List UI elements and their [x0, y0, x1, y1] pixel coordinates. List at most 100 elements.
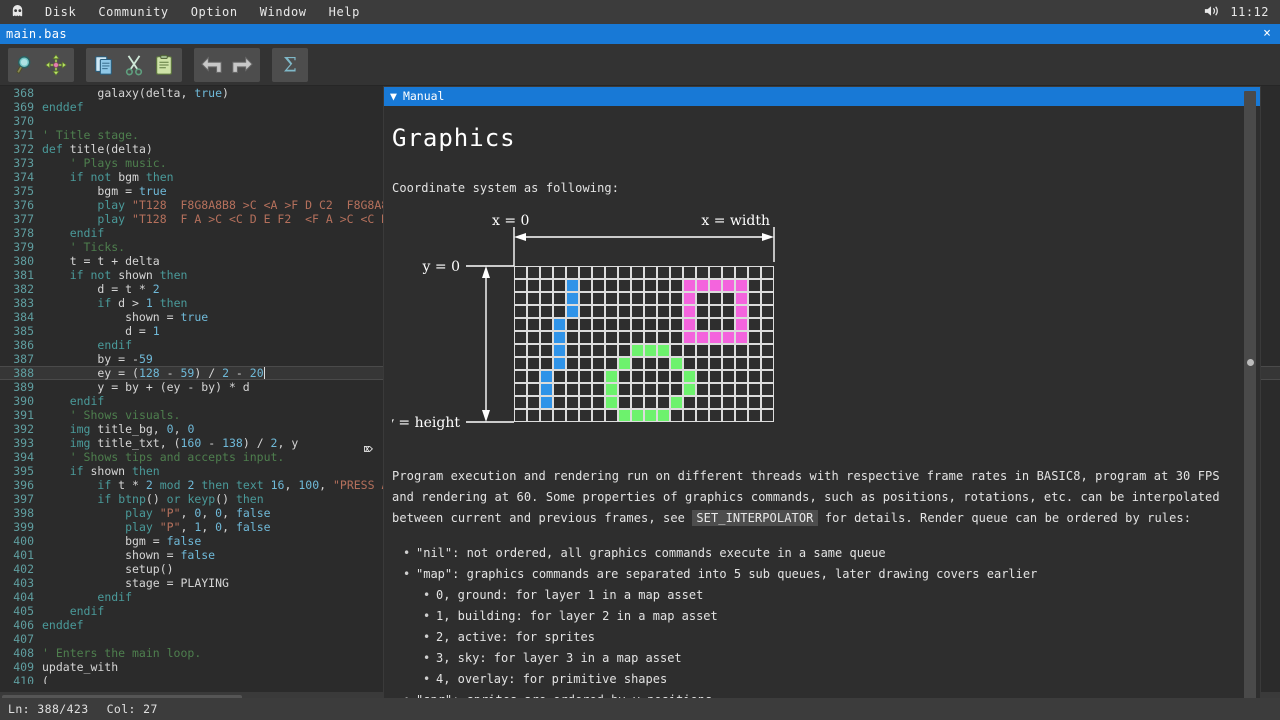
undo-icon[interactable] [197, 50, 227, 80]
line-number: 395 [0, 464, 42, 478]
render-queue-rules-list: •"nil": not ordered, all graphics comman… [400, 543, 1238, 720]
move-icon[interactable] [41, 50, 71, 80]
grid-cell [645, 267, 656, 278]
grid-cell [762, 293, 773, 304]
grid-cell [619, 384, 630, 395]
list-item-label: "nil": not ordered, all graphics command… [416, 546, 886, 560]
search-icon[interactable] [11, 50, 41, 80]
tab-main-bas[interactable]: main.bas [0, 24, 110, 44]
grid-cell [762, 280, 773, 291]
grid-cell [697, 293, 708, 304]
grid-cell [619, 306, 630, 317]
triangle-down-icon[interactable]: ▼ [390, 87, 397, 106]
grid-cell [541, 345, 552, 356]
manual-title-bar[interactable]: ▼ Manual [384, 87, 1260, 106]
manual-scrollbar[interactable] [1244, 91, 1256, 718]
list-item: •4, overlay: for primitive shapes [420, 669, 1238, 690]
grid-cell [684, 293, 695, 304]
grid-cell [671, 293, 682, 304]
code-text: update_with [42, 660, 118, 674]
grid-cell [762, 306, 773, 317]
grid-cell [762, 371, 773, 382]
status-line-number: Ln: 388/423 [8, 698, 89, 720]
code-text: stage = PLAYING [42, 576, 229, 590]
grid-cell [632, 384, 643, 395]
grid-cell [749, 371, 760, 382]
grid-cell [671, 410, 682, 421]
grid-cell [658, 267, 669, 278]
grid-cell [723, 345, 734, 356]
grid-cell [723, 306, 734, 317]
grid-cell [658, 306, 669, 317]
grid-cell [567, 345, 578, 356]
line-number: 376 [0, 198, 42, 212]
paste-icon[interactable] [149, 50, 179, 80]
grid-cell [619, 293, 630, 304]
line-number: 387 [0, 352, 42, 366]
grid-cell [554, 267, 565, 278]
grid-cell [658, 358, 669, 369]
grid-cell [528, 371, 539, 382]
menu-item-community[interactable]: Community [87, 0, 179, 24]
grid-cell [606, 319, 617, 330]
grid-cell [723, 332, 734, 343]
code-text: endif [42, 590, 132, 604]
grid-cell [684, 397, 695, 408]
grid-cell [619, 267, 630, 278]
code-text: img title_txt, (160 - 138) / 2, y [42, 436, 298, 450]
line-number: 379 [0, 240, 42, 254]
line-number: 399 [0, 520, 42, 534]
grid-cell [671, 371, 682, 382]
grid-cell [645, 397, 656, 408]
grid-cell [697, 267, 708, 278]
grid-cell [593, 358, 604, 369]
grid-cell [528, 293, 539, 304]
redo-icon[interactable] [227, 50, 257, 80]
code-text: endif [42, 226, 104, 240]
menu-item-disk[interactable]: Disk [34, 0, 87, 24]
sigma-icon[interactable]: Σ [275, 50, 305, 80]
grid-cell [645, 358, 656, 369]
grid-cell [619, 280, 630, 291]
code-text: if not bgm then [42, 170, 174, 184]
grid-cell [749, 306, 760, 317]
cut-icon[interactable] [119, 50, 149, 80]
grid-cell [554, 280, 565, 291]
line-number: 391 [0, 408, 42, 422]
copy-icon[interactable] [89, 50, 119, 80]
grid-cell [528, 319, 539, 330]
grid-cell [749, 293, 760, 304]
close-tab-button[interactable]: × [1254, 24, 1280, 44]
grid-cell [762, 319, 773, 330]
speaker-icon[interactable] [1203, 4, 1220, 21]
grid-cell [515, 280, 526, 291]
grid-cell [593, 410, 604, 421]
line-number: 392 [0, 422, 42, 436]
code-text: enddef [42, 618, 84, 632]
grid-cell [528, 345, 539, 356]
grid-cell [606, 267, 617, 278]
menu-item-option[interactable]: Option [180, 0, 249, 24]
toolbar-group-sum: Σ [272, 48, 308, 82]
grid-cell [710, 293, 721, 304]
grid-cell [671, 319, 682, 330]
grid-cell [684, 384, 695, 395]
grid-cell [567, 410, 578, 421]
code-text: img title_bg, 0, 0 [42, 422, 194, 436]
manual-scrollbar-thumb[interactable] [1247, 359, 1254, 366]
list-item-label: 3, sky: for layer 3 in a map asset [436, 651, 682, 665]
menu-item-window[interactable]: Window [249, 0, 318, 24]
code-text: if not shown then [42, 268, 187, 282]
grid-cell [593, 345, 604, 356]
code-text: bgm = false [42, 534, 201, 548]
grid-cell [528, 410, 539, 421]
list-item-label: 2, active: for sprites [436, 630, 595, 644]
menu-item-help[interactable]: Help [318, 0, 371, 24]
grid-cell [658, 397, 669, 408]
app-logo-icon[interactable] [0, 5, 34, 20]
grid-cell [762, 397, 773, 408]
list-item: •1, building: for layer 2 in a map asset [420, 606, 1238, 627]
line-number: 405 [0, 604, 42, 618]
grid-cell [554, 345, 565, 356]
grid-cell [736, 345, 747, 356]
